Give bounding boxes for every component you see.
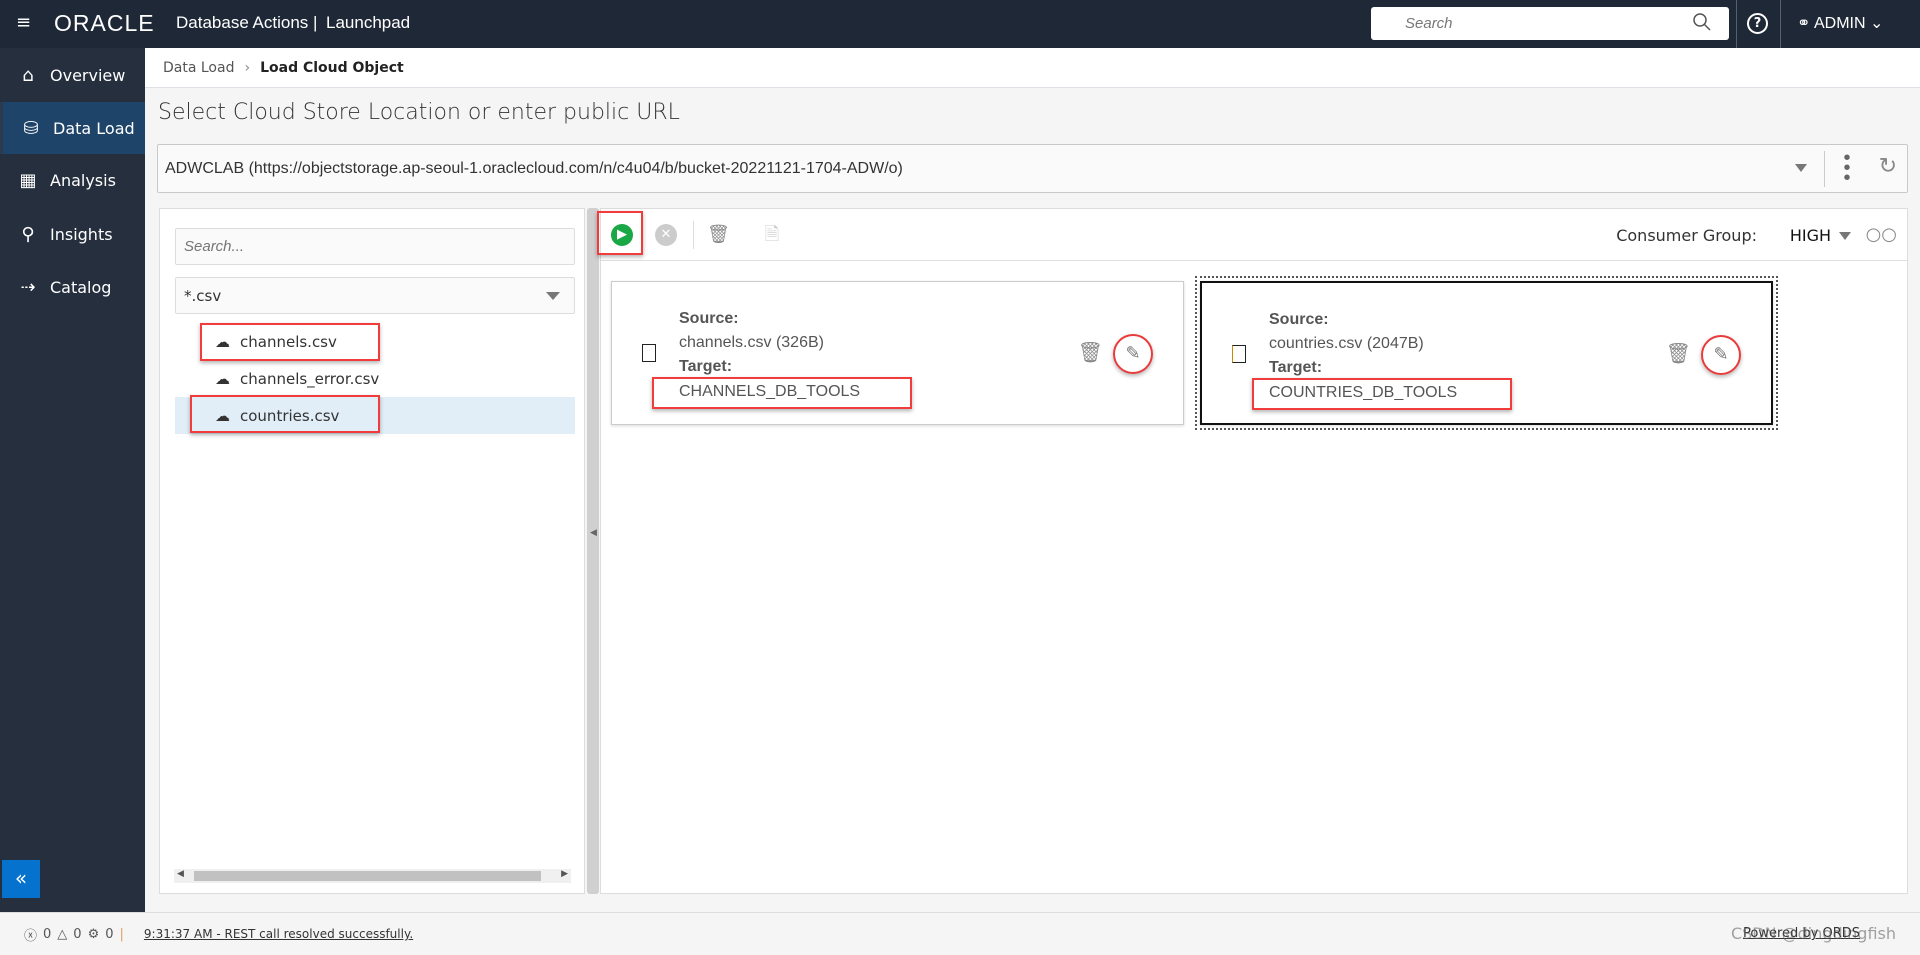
panel-splitter[interactable]: ◀: [587, 208, 599, 894]
sidebar-item-catalog[interactable]: ⇢ Catalog: [0, 261, 145, 313]
breadcrumb: Data Load › Load Cloud Object: [145, 48, 1920, 88]
trash-icon[interactable]: 🗑: [1078, 340, 1103, 365]
error-icon[interactable]: ⓧ: [24, 925, 37, 944]
oracle-logo: ORACLE: [54, 10, 155, 36]
divider: [1824, 151, 1825, 187]
user-name: ADMIN: [1813, 15, 1866, 32]
warning-count: 0: [73, 926, 82, 942]
scrollbar-thumb[interactable]: [194, 871, 541, 881]
file-name: countries.csv: [240, 406, 340, 425]
sidebar-item-insights[interactable]: ⚲ Insights: [0, 208, 145, 260]
target-label: Target:: [679, 358, 733, 375]
breadcrumb-current: Load Cloud Object: [260, 59, 404, 76]
file-icon: [1232, 345, 1246, 363]
gear-icon[interactable]: ⚙: [88, 927, 100, 942]
dropdown-arrow-icon: [546, 292, 560, 300]
sidebar-item-data-load[interactable]: ⛁ Data Load: [0, 102, 145, 154]
document-icon[interactable]: 🗎: [761, 224, 783, 246]
target-label: Target:: [1269, 359, 1323, 376]
app-name: Database Actions |: [176, 13, 318, 32]
divider: [693, 221, 694, 249]
more-options-icon[interactable]: • • •: [1843, 148, 1851, 188]
file-filter-select[interactable]: *.csv: [175, 277, 575, 314]
chevron-down-icon: ⌄: [1869, 15, 1884, 32]
target-value: COUNTRIES_DB_TOOLS: [1269, 384, 1458, 401]
target-value: CHANNELS_DB_TOOLS: [679, 383, 861, 400]
sidebar-item-label: Insights: [50, 224, 113, 244]
breadcrumb-data-load[interactable]: Data Load: [163, 60, 234, 76]
collapse-panel-icon[interactable]: ◀: [590, 528, 597, 538]
home-icon: ⌂: [22, 64, 34, 86]
sidebar: ⌂ Overview ⛁ Data Load ▦ Analysis ⚲ Insights…: [0, 48, 145, 912]
database-upload-icon: ⛁: [23, 117, 39, 139]
watermark: CSDN @dingdingfish: [1730, 924, 1896, 943]
cloud-icon: ☁: [215, 406, 230, 425]
divider: [1736, 0, 1737, 48]
sidebar-item-label: Data Load: [53, 118, 135, 138]
sidebar-item-label: Analysis: [50, 170, 116, 190]
page-name[interactable]: Launchpad: [326, 13, 410, 33]
run-icon[interactable]: ▶: [611, 224, 633, 246]
sidebar-item-label: Catalog: [50, 277, 112, 297]
trash-icon[interactable]: 🗑: [1666, 341, 1691, 366]
toolbar: ▶ ✕ 🗑 🗎 Consumer Group: HIGH ○○: [597, 209, 1907, 261]
dropdown-arrow-icon[interactable]: [1795, 164, 1807, 172]
hamburger-icon[interactable]: ≡: [16, 12, 31, 33]
pencil-icon[interactable]: ✎: [1701, 335, 1741, 375]
binoculars-icon[interactable]: ○○: [1866, 224, 1897, 245]
file-name: channels_error.csv: [240, 369, 380, 388]
load-job-card[interactable]: Source: channels.csv (326B) Target: CHAN…: [611, 281, 1184, 425]
status-bar: ⓧ 0 △ 0 ⚙ 0 | 9:31:37 AM - REST call resolv…: [0, 912, 1920, 955]
cloud-icon: ☁: [215, 332, 230, 351]
warning-icon[interactable]: △: [57, 927, 67, 942]
cloud-icon: ☁: [215, 369, 230, 388]
file-item[interactable]: ☁ channels_error.csv: [175, 360, 575, 397]
catalog-icon: ⇢: [20, 276, 36, 298]
table-search-icon: ▦: [19, 169, 37, 191]
scroll-left-icon[interactable]: ◀: [177, 869, 184, 879]
file-name: channels.csv: [240, 332, 337, 351]
file-icon: [642, 344, 656, 362]
chevron-right-icon: ›: [244, 59, 251, 76]
search-icon[interactable]: [1692, 12, 1712, 32]
divider: [1780, 0, 1781, 48]
user-menu[interactable]: ⚭ ADMIN ⌄: [1797, 13, 1883, 33]
error-count: 0: [43, 926, 52, 942]
load-job-card[interactable]: Source: countries.csv (2047B) Target: CO…: [1195, 276, 1778, 430]
global-search-input[interactable]: [1371, 7, 1729, 40]
file-search-input[interactable]: [175, 228, 575, 265]
help-circle-icon[interactable]: ?: [1747, 13, 1768, 34]
load-jobs-panel: ▶ ✕ 🗑 🗎 Consumer Group: HIGH ○○ Source: …: [597, 208, 1908, 894]
page-title: Select Cloud Store Location or enter pub…: [158, 100, 680, 125]
file-item[interactable]: ☁ countries.csv: [175, 397, 575, 434]
horizontal-scrollbar[interactable]: ◀ ▶: [174, 869, 571, 883]
user-icon: ⚭: [1797, 15, 1811, 32]
source-label: Source:: [1269, 311, 1329, 328]
consumer-group-select[interactable]: HIGH: [1790, 226, 1831, 245]
stop-icon[interactable]: ✕: [655, 224, 677, 246]
status-message-link[interactable]: 9:31:37 AM - REST call resolved successf…: [144, 927, 413, 941]
refresh-icon[interactable]: ↻: [1879, 153, 1897, 179]
person-search-icon: ⚲: [21, 223, 35, 245]
cloud-location-value: ADWCLAB (https://objectstorage.ap-seoul-…: [165, 160, 903, 177]
file-item[interactable]: ☁ channels.csv: [175, 323, 575, 360]
divider: |: [119, 926, 124, 942]
sidebar-item-label: Overview: [50, 65, 126, 85]
pencil-icon[interactable]: ✎: [1113, 334, 1153, 374]
task-count: 0: [105, 926, 114, 942]
file-browser-panel: *.csv ☁channels.csv ☁channels_error.csv …: [159, 208, 585, 894]
source-value: countries.csv (2047B): [1269, 335, 1424, 352]
source-value: channels.csv (326B): [679, 334, 824, 351]
scroll-right-icon[interactable]: ▶: [561, 869, 568, 879]
file-filter-value: *.csv: [184, 287, 222, 305]
source-label: Source:: [679, 310, 739, 327]
sidebar-item-analysis[interactable]: ▦ Analysis: [0, 154, 145, 206]
dropdown-arrow-icon[interactable]: [1839, 232, 1851, 240]
consumer-group-label: Consumer Group:: [1616, 226, 1757, 245]
sidebar-item-overview[interactable]: ⌂ Overview: [0, 49, 145, 101]
top-header: ≡ ORACLE Database Actions | Launchpad ? …: [0, 0, 1920, 48]
cloud-location-select[interactable]: ADWCLAB (https://objectstorage.ap-seoul-…: [157, 144, 1908, 193]
double-chevron-left-icon[interactable]: «: [2, 860, 40, 898]
trash-icon[interactable]: 🗑: [707, 224, 730, 246]
